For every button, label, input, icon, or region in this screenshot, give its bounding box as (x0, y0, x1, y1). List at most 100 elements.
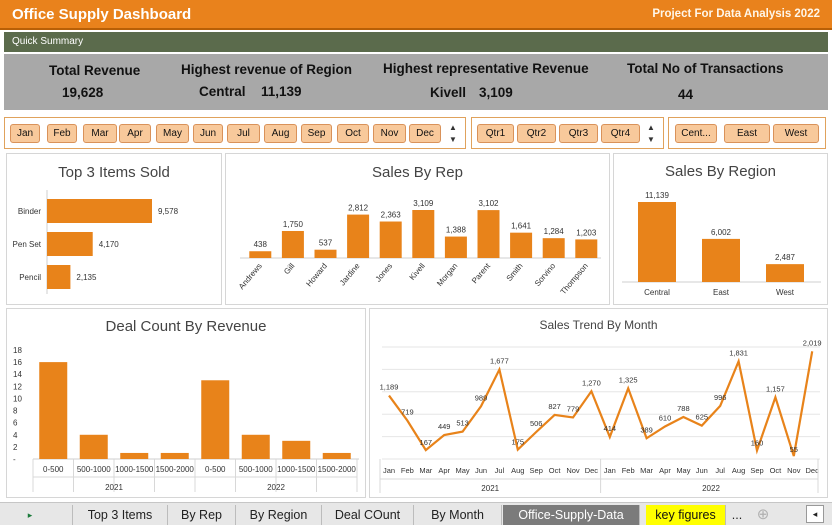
slicer-month-oct[interactable]: Oct (337, 124, 369, 143)
quarter-slicer-scroll[interactable]: ▲ ▼ (645, 122, 657, 146)
bar (702, 238, 740, 282)
dashboard-title: Office Supply Dashboard (12, 6, 192, 23)
category-label: Oct (770, 466, 783, 475)
category-label: Jan (383, 466, 395, 475)
slicer-qtr1[interactable]: Qtr1 (477, 124, 514, 143)
tab-office-supply-data[interactable]: Office-Supply-Data (503, 505, 640, 525)
slicer-qtr2[interactable]: Qtr2 (517, 124, 556, 143)
slicer-month-nov[interactable]: Nov (373, 124, 406, 143)
data-label: 389 (640, 425, 653, 434)
data-label: 9,578 (158, 207, 179, 216)
data-label: 2,487 (775, 253, 796, 262)
slicer-region-west[interactable]: West (773, 124, 819, 143)
sales-trend-plot: 1,189 Jan 719 Feb 167 Mar 449 Apr 513 May 989 Jun 1,… (379, 338, 822, 493)
category-label: Sorvino (533, 261, 558, 288)
data-label: 1,750 (283, 220, 304, 229)
bar (39, 362, 68, 459)
deal-count-chart: Deal Count By Revenue 18 16 14 12 10 8 6 4 2-0-5… (6, 308, 366, 498)
category-label: Apr (659, 466, 671, 475)
month-slicer-scroll[interactable]: ▲ ▼ (447, 122, 459, 146)
slicer-month-may[interactable]: May (156, 124, 189, 143)
slicer-month-jan[interactable]: Jan (10, 124, 40, 143)
tab-key-figures[interactable]: key figures (646, 505, 726, 525)
highest-region-label: Highest revenue of Region (181, 62, 353, 77)
bar (766, 264, 804, 282)
slicer-month-mar[interactable]: Mar (83, 124, 117, 143)
tab-deal-count[interactable]: Deal COunt (322, 505, 414, 525)
quarter-slicer: Qtr1 Qtr2 Qtr3 Qtr4 ▲ ▼ (471, 117, 664, 149)
y-tick-label: 14 (13, 370, 22, 379)
category-label: Jardine (338, 261, 362, 287)
slicer-month-jul[interactable]: Jul (227, 124, 260, 143)
bar (282, 440, 311, 459)
bar (542, 238, 565, 258)
data-label: 160 (751, 438, 764, 447)
sales-by-rep-chart: Sales By Rep 438 Andrews 1,750 Gill 537 Howar… (225, 153, 610, 305)
deal-count-plot: 18161412108642-0-500 500-1000 1000-1500 150… (13, 346, 359, 492)
quick-summary-label: Quick Summary (12, 36, 84, 47)
slicer-month-feb[interactable]: Feb (47, 124, 77, 143)
slicer-month-dec[interactable]: Dec (409, 124, 441, 143)
bar (47, 265, 71, 289)
category-label: Oct (549, 466, 562, 475)
category-label: Nov (787, 466, 801, 475)
data-label: 1,641 (511, 222, 532, 231)
sheet-tab-bar: ▸ Top 3 Items By Rep By Region Deal COun… (0, 502, 832, 525)
category-label: Dec (806, 466, 820, 475)
category-label: Jan (604, 466, 616, 475)
tab-by-rep[interactable]: By Rep (168, 505, 236, 525)
scroll-up-icon[interactable]: ▲ (645, 122, 657, 134)
tab-more[interactable]: ... (726, 505, 748, 525)
data-label: 1,189 (380, 383, 399, 392)
category-label: Pen Set (13, 240, 42, 249)
scroll-left-icon[interactable]: ◂ (806, 505, 824, 523)
bar (347, 214, 370, 258)
sales-by-rep-plot: 438 Andrews 1,750 Gill 537 Howard 2,812 Jardine… (237, 199, 601, 296)
data-label: 989 (475, 393, 488, 402)
slicer-month-jun[interactable]: Jun (193, 124, 223, 143)
y-tick-label: 2 (13, 443, 18, 452)
data-label: 506 (530, 419, 543, 428)
slicer-month-sep[interactable]: Sep (301, 124, 332, 143)
sales-by-region-chart: Sales By Region 11,139 Central 6,002 East 2,… (613, 153, 828, 305)
bar (47, 199, 152, 223)
data-label: 4,170 (99, 240, 120, 249)
data-label: 6,002 (711, 228, 732, 237)
bar (379, 221, 402, 258)
sales-trend-chart: Sales Trend By Month 1,189 Jan 719 Feb 167 Ma… (369, 308, 828, 498)
data-label: 1,831 (729, 348, 748, 357)
scroll-up-icon[interactable]: ▲ (447, 122, 459, 134)
slicer-region-central[interactable]: Cent... (675, 124, 717, 143)
kpi-strip: Total Revenue 19,628 Highest revenue of … (4, 54, 828, 110)
group-label: 2022 (702, 484, 720, 493)
scroll-down-icon[interactable]: ▼ (645, 134, 657, 146)
group-label: 2021 (481, 484, 499, 493)
slicer-region-east[interactable]: East (724, 124, 770, 143)
scroll-down-icon[interactable]: ▼ (447, 134, 459, 146)
category-label: 0-500 (205, 465, 226, 474)
slicer-month-aug[interactable]: Aug (264, 124, 297, 143)
bar (322, 452, 351, 459)
bar (79, 434, 108, 459)
bar (575, 239, 598, 258)
y-tick-label: 4 (13, 431, 18, 440)
data-label: 827 (548, 402, 561, 411)
slicer-qtr3[interactable]: Qtr3 (559, 124, 598, 143)
group-label: 2021 (105, 483, 123, 492)
bar (241, 434, 270, 459)
category-label: 1000-1500 (115, 465, 154, 474)
bar (281, 230, 304, 258)
bar (201, 380, 230, 459)
highest-rep-label: Highest representative Revenue (383, 61, 589, 76)
slicer-qtr4[interactable]: Qtr4 (601, 124, 640, 143)
tab-by-month[interactable]: By Month (414, 505, 502, 525)
category-label: Morgan (435, 262, 459, 289)
tab-top3-items[interactable]: Top 3 Items (72, 505, 168, 525)
tab-by-region[interactable]: By Region (236, 505, 322, 525)
slicer-month-apr[interactable]: Apr (119, 124, 151, 143)
tab-nav-right-icon[interactable]: ▸ (20, 505, 40, 525)
data-label: 167 (420, 438, 433, 447)
transactions-value: 44 (678, 87, 694, 102)
y-tick-label: 10 (13, 394, 22, 403)
add-sheet-icon[interactable]: ⊕ (752, 505, 774, 525)
